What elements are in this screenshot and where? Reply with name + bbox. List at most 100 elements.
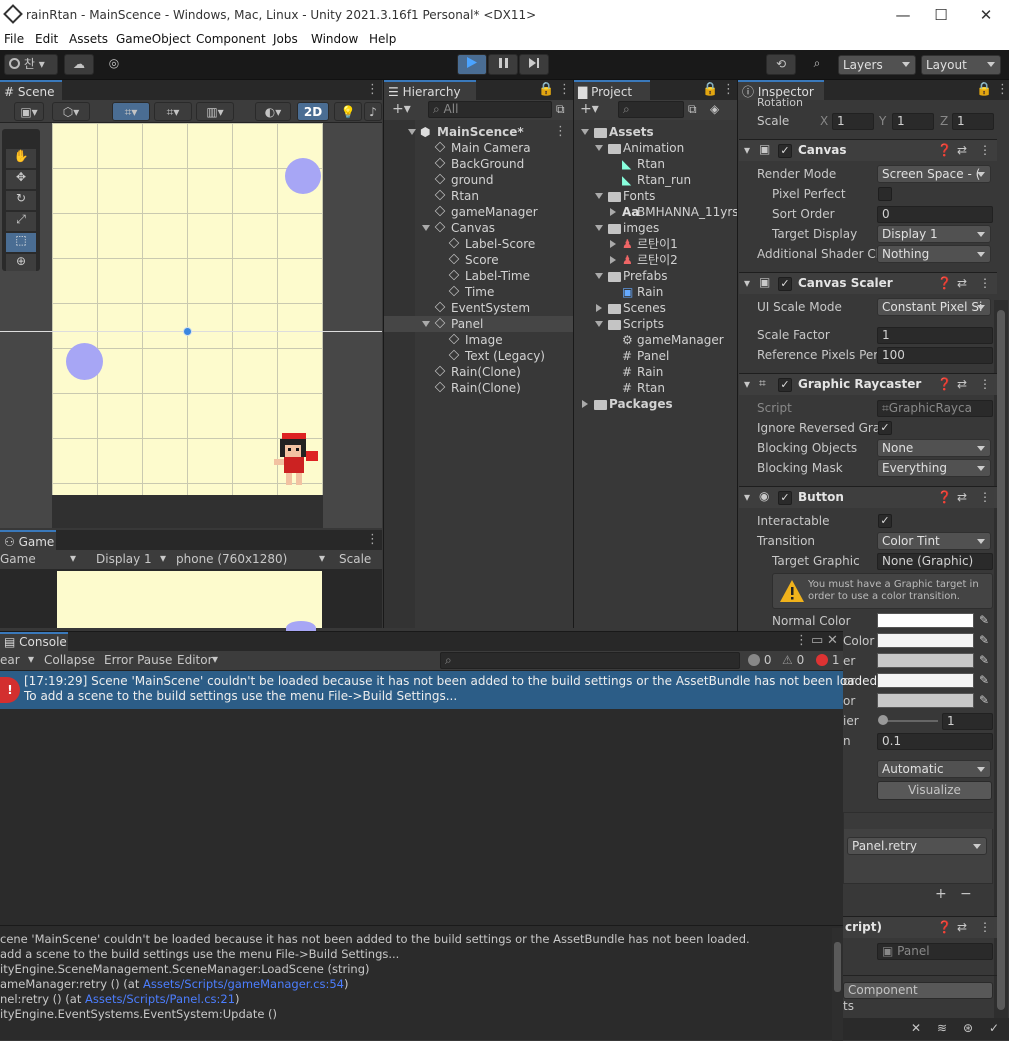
shader-channels-dropdown[interactable]: Nothing [877,245,991,263]
bug-icon[interactable]: ⊛ [963,1021,973,1035]
clear-options-icon[interactable]: ▾ [28,652,34,666]
debug-icon[interactable]: ✕ [911,1021,921,1035]
multiplier-field[interactable]: 1 [942,713,993,730]
project-menu-icon[interactable]: ⋮ [722,82,735,97]
close-icon[interactable]: ✕ [827,633,838,648]
ui-scale-mode-dropdown[interactable]: Constant Pixel Si [877,298,991,316]
draw-mode-button[interactable]: ▣▾ [14,102,44,121]
menu-edit[interactable]: Edit [35,32,58,46]
reference-pixels-field[interactable]: 100 [877,347,993,364]
help-icon[interactable]: ❓ [937,377,952,391]
layers-icon[interactable]: ≋ [937,1021,947,1035]
project-item[interactable]: ♟ 르탄이1 [574,236,737,252]
maximize-button[interactable]: ☐ [928,4,954,26]
expand-icon[interactable]: ▾ [744,143,750,157]
project-item[interactable]: Assets [574,124,737,140]
add-object-button[interactable]: +▾ [392,101,411,117]
warning-count-toggle[interactable]: ⚠ 0 [782,653,804,667]
hierarchy-item[interactable]: Time [384,284,573,300]
help-icon[interactable]: ❓ [937,143,952,157]
tab-game[interactable]: ⚇ Game [0,530,56,550]
project-item[interactable]: # Rtan [574,380,737,396]
collab-icon[interactable]: ◎ [100,54,128,75]
normal-color-swatch[interactable] [877,613,974,628]
project-item[interactable]: ◣ Rtan_run [574,172,737,188]
blocking-objects-dropdown[interactable]: None [877,439,991,457]
create-asset-button[interactable]: +▾ [580,101,599,117]
preset-icon[interactable]: ⇄ [957,920,967,934]
lock-icon[interactable]: 🔒 [702,82,718,97]
tab-scene[interactable]: # Scene [0,80,62,100]
rect-tool-icon[interactable]: ⬚ [6,233,36,252]
menu-assets[interactable]: Assets [69,32,108,46]
pivot-button[interactable]: ⌗▾ [112,102,150,121]
transform-tool-icon[interactable]: ⊕ [6,254,36,271]
button-enabled-checkbox[interactable]: ✓ [778,491,792,505]
error-count-toggle[interactable]: 1 [816,653,839,667]
button-component-header[interactable]: ▾ ◉ ✓ Button ❓ ⇄ ⋮ [739,486,997,508]
highlighted-color-swatch[interactable] [877,633,974,648]
project-item[interactable]: Prefabs [574,268,737,284]
project-item[interactable]: Scripts [574,316,737,332]
error-pause-button[interactable]: Error Pause [104,653,172,667]
game-view[interactable] [0,569,382,635]
project-item[interactable]: # Panel [574,348,737,364]
source-link[interactable]: Assets/Scripts/gameManager.cs:54 [143,977,344,991]
console-splitter[interactable] [0,925,843,926]
hierarchy-item[interactable]: ⬢ MainScence* ⋮ [384,124,573,140]
canvas-scaler-header[interactable]: ▾ ▣ ✓ Canvas Scaler ❓ ⇄ ⋮ [739,272,997,294]
hierarchy-item[interactable]: gameManager [384,204,573,220]
minimize-button[interactable]: — [890,4,916,26]
pixel-perfect-checkbox[interactable] [878,187,892,201]
2d-toggle[interactable]: 2D [297,102,329,121]
hierarchy-item[interactable]: Main Camera [384,140,573,156]
eyedropper-icon[interactable]: ✎ [979,653,989,667]
blocking-mask-dropdown[interactable]: Everything [877,459,991,477]
scale-tool-icon[interactable]: ⤢ [6,212,36,231]
project-item[interactable]: ◣ Rtan [574,156,737,172]
eyedropper-icon[interactable]: ✎ [979,673,989,687]
ignore-reversed-checkbox[interactable]: ✓ [878,421,892,435]
increment-snap-button[interactable]: ▥▾ [196,102,234,121]
project-item[interactable]: ▣ Rain [574,284,737,300]
scene-visibility-icon[interactable]: ⧉ [556,102,565,117]
preset-icon[interactable]: ⇄ [957,490,967,504]
hierarchy-item[interactable]: Panel [384,316,573,332]
hierarchy-item[interactable]: Rain(Clone) [384,364,573,380]
expand-icon[interactable]: ▾ [744,276,750,290]
project-item[interactable]: Aa BMHANNA_11yrs_ [574,204,745,220]
hierarchy-item[interactable]: Text (Legacy) [384,348,573,364]
canvas-component-header[interactable]: ▾ ▣ ✓ Canvas ❓ ⇄ ⋮ [739,139,997,161]
raycaster-enabled-checkbox[interactable]: ✓ [778,378,792,392]
hierarchy-item[interactable]: Image [384,332,573,348]
remove-listener-button[interactable]: − [960,886,972,902]
eyedropper-icon[interactable]: ✎ [979,693,989,707]
component-menu-icon[interactable]: ⋮ [979,143,991,157]
project-item[interactable]: Scenes [574,300,737,316]
onclick-function-dropdown[interactable]: Panel.retry [847,837,987,855]
navigation-dropdown[interactable]: Automatic [877,760,991,778]
project-item[interactable]: Fonts [574,188,737,204]
hierarchy-item[interactable]: Canvas [384,220,573,236]
maximize-icon[interactable]: ▭ [811,633,823,648]
rotate-tool-icon[interactable]: ↻ [6,191,36,210]
move-tool-icon[interactable]: ✥ [6,170,36,189]
hierarchy-search-input[interactable]: ⌕ All [428,101,552,118]
project-item[interactable]: # Rain [574,364,737,380]
detail-scrollbar[interactable] [832,928,843,1041]
search-icon[interactable]: ⌕ [802,54,832,75]
preset-icon[interactable]: ⇄ [957,143,967,157]
info-count-toggle[interactable]: 0 [748,653,771,667]
component-menu-icon[interactable]: ⋮ [979,920,991,934]
menu-file[interactable]: File [4,32,24,46]
filter-label-icon[interactable]: ◈ [710,102,719,116]
hierarchy-item[interactable]: Rain(Clone) [384,380,573,396]
console-menu-icon[interactable]: ⋮ [795,633,808,648]
help-icon[interactable]: ❓ [937,920,952,934]
scene-view[interactable]: ✋ ✥ ↻ ⤢ ⬚ ⊕ [0,123,382,528]
hierarchy-item[interactable]: Score [384,252,573,268]
menu-jobs[interactable]: Jobs [273,32,298,46]
project-item[interactable]: Packages [574,396,737,412]
visibility-button[interactable]: ◐▾ [255,102,291,121]
audio-icon[interactable]: ♪ [364,102,382,121]
